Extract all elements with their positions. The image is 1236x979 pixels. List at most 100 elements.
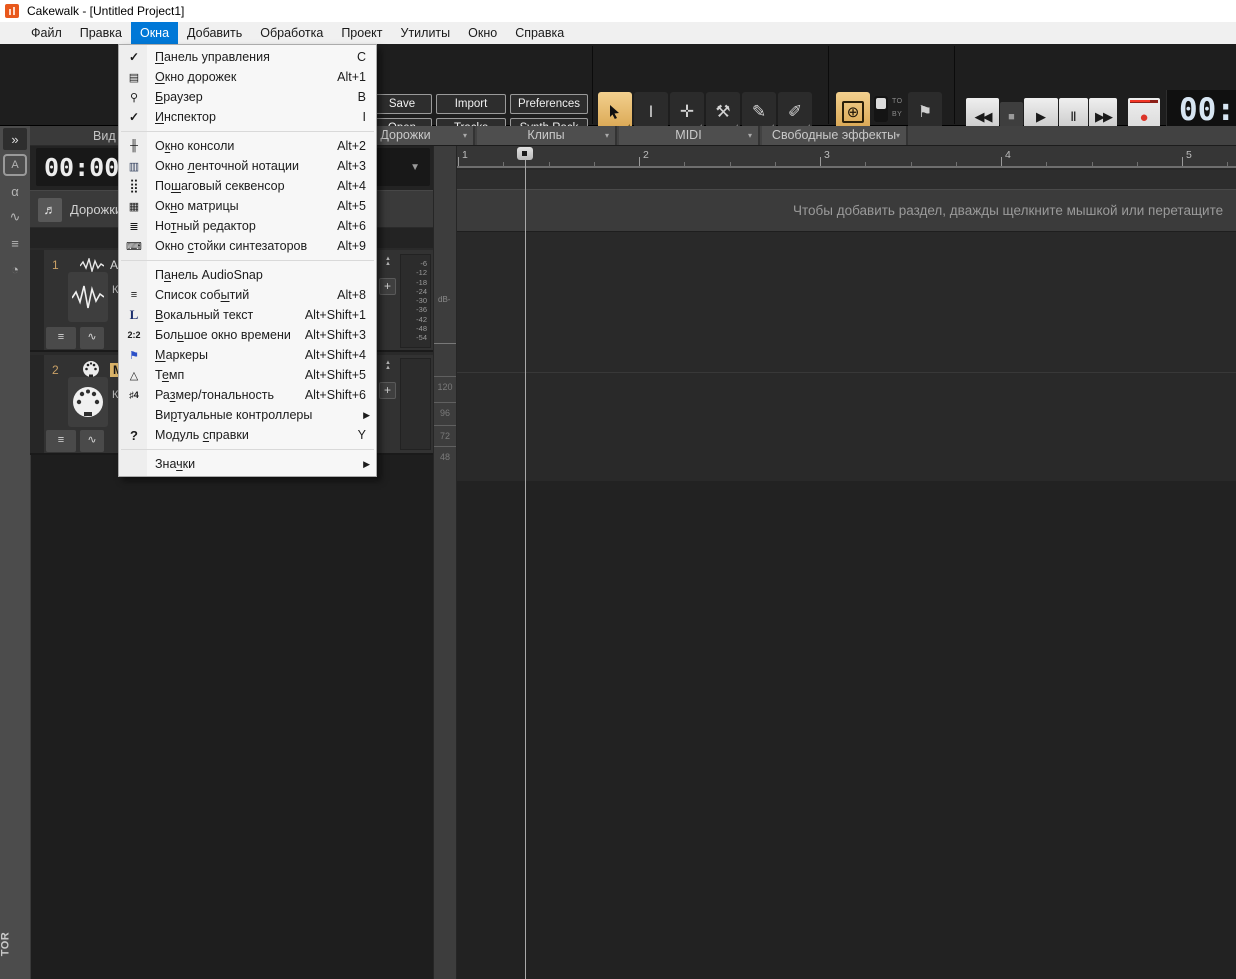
menu-item[interactable]: ? Модуль справки Y <box>119 425 376 445</box>
menu-item-label: Размер/тональность <box>155 388 274 402</box>
melodyne-icon[interactable]: α <box>3 180 27 202</box>
menubar-item-9[interactable]: Справка <box>506 22 573 44</box>
menubar-item-7[interactable]: Утилиты <box>392 22 460 44</box>
track-number: 2 <box>52 363 59 377</box>
menu-item[interactable]: ▥ Окно ленточной нотации Alt+3 <box>119 156 376 176</box>
clips-empty-area <box>457 481 1236 979</box>
menu-item[interactable]: 2:2 Большое окно времени Alt+Shift+3 <box>119 325 376 345</box>
menu-item[interactable]: ♯4 Размер/тональность Alt+Shift+6 <box>119 385 376 405</box>
app-icon <box>5 4 19 18</box>
meter-scale-label: -18 <box>416 277 427 287</box>
automation-lanes-button[interactable]: ∿ <box>80 430 104 452</box>
take-lanes-button[interactable]: ≡ <box>46 327 76 349</box>
ruler-minor-tick <box>955 162 957 166</box>
menubar-item-3[interactable]: Окна <box>130 22 179 44</box>
playhead-line[interactable] <box>525 160 526 979</box>
chevron-down-icon[interactable]: ▾ <box>748 126 752 145</box>
track-name[interactable]: A <box>110 258 118 272</box>
menu-item[interactable]: ✓ Инспектор I <box>119 107 376 127</box>
music-note-icon[interactable]: ♬ <box>38 198 62 222</box>
menubar-item-5[interactable]: Обработка <box>251 22 332 44</box>
menu-item[interactable]: ≡ Список событий Alt+8 <box>119 285 376 305</box>
chevron-down-icon[interactable]: ▾ <box>605 126 609 145</box>
track-avatar[interactable] <box>68 272 108 322</box>
playhead-marker[interactable] <box>517 147 533 160</box>
menu-item[interactable]: ✓ Панель управления C <box>119 47 376 67</box>
menu-item[interactable]: L Вокальный текст Alt+Shift+1 <box>119 305 376 325</box>
transport-time-value: 00:0 <box>1179 92 1236 128</box>
menubar-item-2[interactable]: Правка <box>71 22 131 44</box>
menubar-item-4[interactable]: Добавить <box>178 22 251 44</box>
menubar-item-8[interactable]: Окно <box>459 22 506 44</box>
pitch-scale-label: 96 <box>439 408 450 418</box>
pitch-scale-tick <box>434 425 456 426</box>
menu-item[interactable]: ╫ Окно консоли Alt+2 <box>119 136 376 156</box>
tab-label: MIDI <box>675 128 702 142</box>
tracks-pane-title: Дорожки <box>70 202 123 217</box>
navigator-tab[interactable]: TOR <box>0 932 11 957</box>
pitch-scale-label: 72 <box>439 431 450 441</box>
automation-lanes-button[interactable]: ∿ <box>80 327 104 349</box>
meter-scale: -6 -12 -18 -24 -30 -36 -42 -48 -54 <box>416 260 427 342</box>
clips-pane[interactable]: 1 2 3 4 5 Чтобы добавить раздел, дважды щелк… <box>457 146 1236 979</box>
menu-item[interactable]: Значки ▶ <box>119 454 376 474</box>
menu-lines-icon[interactable]: ≡ <box>3 232 27 254</box>
expand-track-button[interactable]: ▲ ▲ <box>380 360 396 371</box>
track-meter <box>400 358 431 450</box>
collapse-chevrons-icon[interactable]: » <box>3 128 27 150</box>
snap-to-by-toggle[interactable] <box>874 96 888 122</box>
meter-scale-strip[interactable]: dB- 120 96 72 48 <box>433 146 457 979</box>
chevron-down-icon[interactable]: ▾ <box>463 126 467 145</box>
menu-item-label: Окно консоли <box>155 139 235 153</box>
expand-track-button[interactable]: ▲ ▲ <box>380 256 396 267</box>
menu-item[interactable]: ⌨ Окно стойки синтезаторов Alt+9 <box>119 236 376 256</box>
staff-icon: ≣ <box>129 220 139 233</box>
menu-item[interactable]: ≣ Нотный редактор Alt+6 <box>119 216 376 236</box>
stop-icon: ■ <box>1008 111 1015 123</box>
chevron-down-icon[interactable]: ▼ <box>410 162 420 173</box>
text-tool-icon[interactable]: A <box>3 154 27 176</box>
time-ruler[interactable]: 1 2 3 4 5 <box>457 146 1236 168</box>
ruler-minor-tick <box>1091 162 1093 166</box>
preferences-button[interactable]: Preferences <box>510 94 588 114</box>
take-lanes-button[interactable]: ≡ <box>46 430 76 452</box>
menubar-item-6[interactable]: Проект <box>332 22 391 44</box>
ruler-minor-tick <box>1046 162 1048 166</box>
piano-roll-icon: ▥ <box>128 160 140 173</box>
menu-item[interactable]: ⚲ Браузер B <box>119 87 376 107</box>
tab-midi[interactable]: MIDI ▾ <box>619 126 760 145</box>
clock-icon[interactable]: ◔ <box>3 258 27 280</box>
menu-item-label: Панель управления <box>155 50 270 64</box>
tab-свободные-эффекты[interactable]: Свободные эффекты ▾ <box>762 126 908 145</box>
pitch-scale-label: 48 <box>439 452 450 462</box>
menu-item[interactable]: Виртуальные контроллеры ▶ <box>119 405 376 425</box>
menu-item[interactable]: ▦ Окно матрицы Alt+5 <box>119 196 376 216</box>
import-button[interactable]: Import <box>436 94 506 114</box>
audio-waveform-icon[interactable]: ∿ <box>3 206 27 228</box>
menu-item[interactable]: Панель AudioSnap <box>119 265 376 285</box>
menu-shortcut: Alt+9 <box>337 239 366 253</box>
menubar-item-1[interactable]: Файл <box>22 22 71 44</box>
chevron-down-icon[interactable]: ▾ <box>896 126 900 145</box>
arranger-track[interactable]: Чтобы добавить раздел, дважды щелкните м… <box>457 189 1236 232</box>
track-meter: -6 -12 -18 -24 -30 -36 -42 -48 -54 <box>400 254 431 348</box>
menu-item[interactable]: ⚑ Маркеры Alt+Shift+4 <box>119 345 376 365</box>
add-lane-button[interactable]: + <box>379 382 396 399</box>
snap-grid-icon: ⊕ <box>842 101 864 123</box>
ruler-minor-tick <box>774 162 776 166</box>
menu-item[interactable]: △ Темп Alt+Shift+5 <box>119 365 376 385</box>
add-lane-button[interactable]: + <box>379 278 396 295</box>
tab-клипы[interactable]: Клипы ▾ <box>477 126 617 145</box>
view-menu[interactable]: Вид <box>93 129 116 143</box>
ruler-measure-number: 5 <box>1186 149 1192 161</box>
check-icon: ✓ <box>128 50 140 64</box>
menu-item-label: Маркеры <box>155 348 208 362</box>
matrix-icon: ▦ <box>128 200 140 213</box>
menu-item[interactable]: ▤ Окно дорожек Alt+1 <box>119 67 376 87</box>
meter-scale-label: -42 <box>416 314 427 324</box>
menu-item-label: Окно ленточной нотации <box>155 159 300 173</box>
menu-item[interactable]: ⣿ Пошаговый секвенсор Alt+4 <box>119 176 376 196</box>
save-button[interactable]: Save <box>372 94 432 114</box>
track-gutter <box>30 250 44 350</box>
track-avatar[interactable] <box>68 377 108 427</box>
